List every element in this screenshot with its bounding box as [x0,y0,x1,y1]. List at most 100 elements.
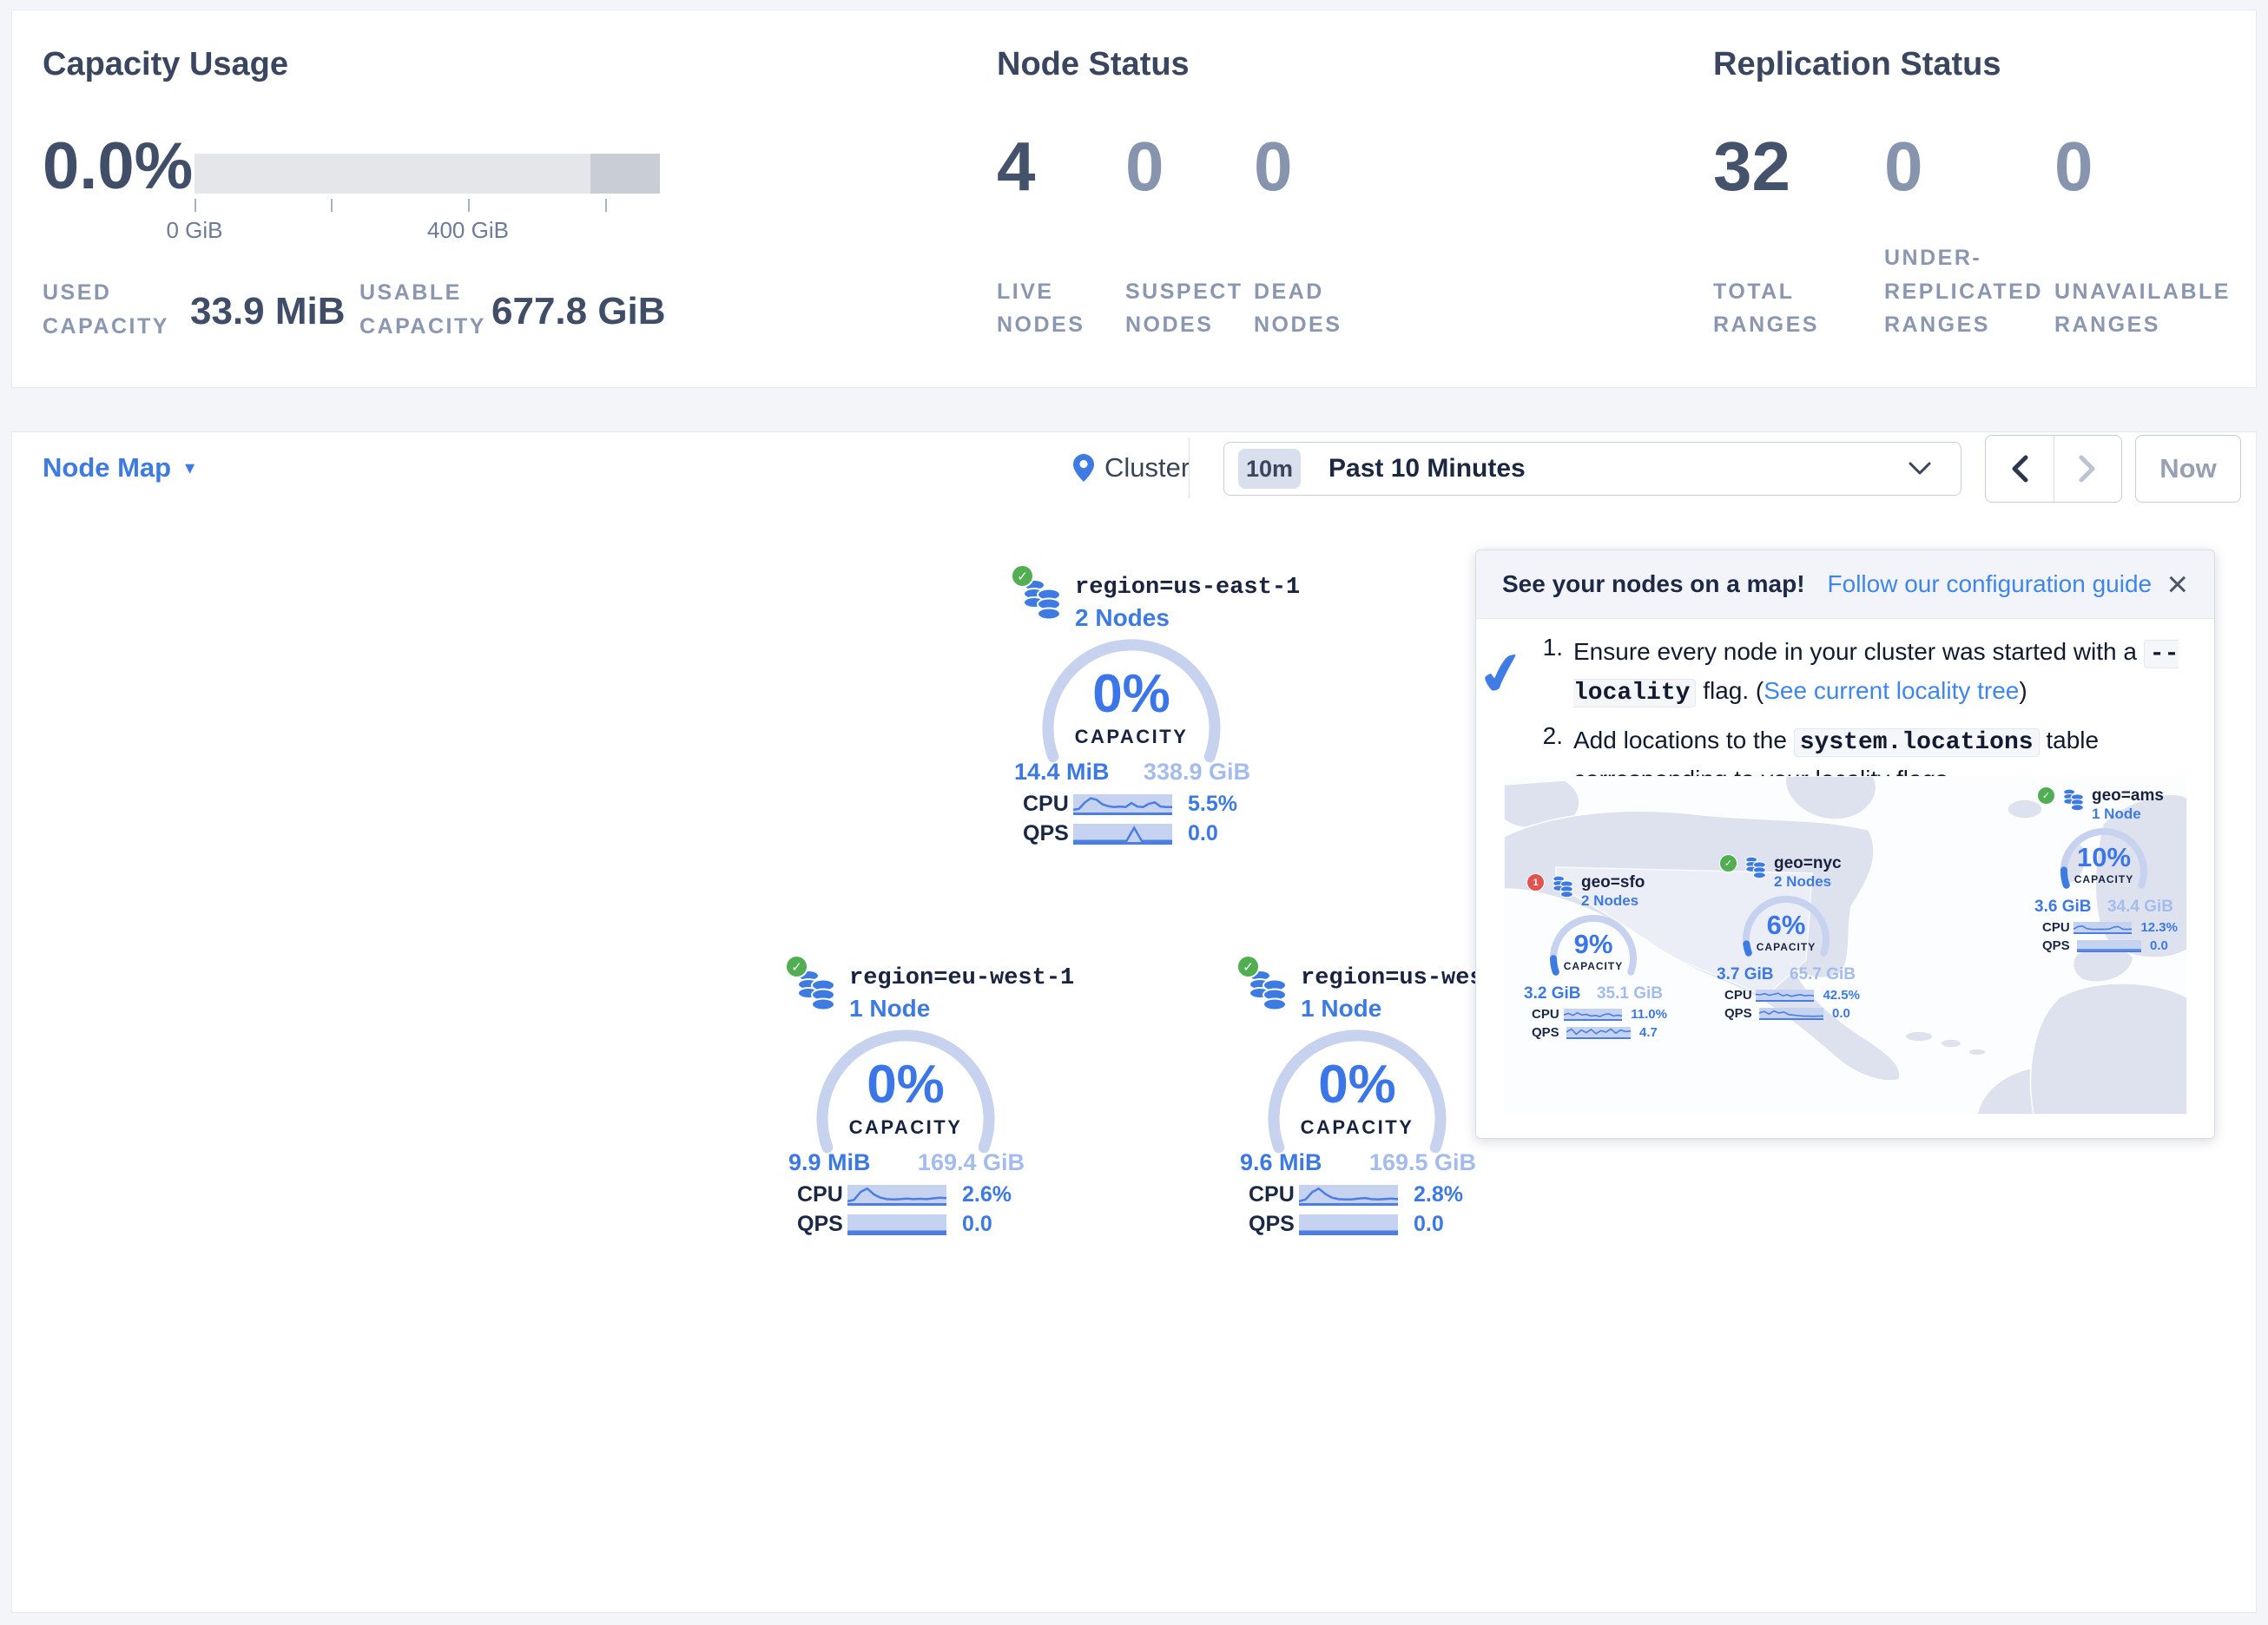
capacity-word: CAPACITY [1546,960,1641,972]
time-range-label: Past 10 Minutes [1328,454,1526,484]
qps-value: 0.0 [2150,938,2168,953]
replication-status-title: Replication Status [1713,46,2001,83]
map-pin-icon [1073,454,1094,482]
time-step-back-button[interactable] [1986,436,2054,502]
cpu-sparkline [847,1185,946,1206]
capacity-word: CAPACITY [1266,1116,1448,1139]
under-replicated-ranges-label: UNDER-REPLICATED RANGES [1884,241,2049,342]
capacity-axis-label-0: 0 GiB [125,217,264,244]
qps-label: QPS [1724,1006,1759,1021]
capacity-word: CAPACITY [1738,941,1834,953]
qps-value: 0.0 [1188,821,1218,846]
capacity-total-value: 338.9 GiB [1144,759,1250,786]
inline-text: Ensure every node in your cluster was st… [1573,638,2144,665]
popup-title: See your nodes on a map! [1502,570,1805,598]
geo-label: geo=sfo [1581,873,1645,892]
total-ranges-label: TOTAL RANGES [1713,275,1830,343]
breadcrumb-cluster-label: Cluster [1104,452,1190,484]
capacity-percent: 10% [2056,842,2152,873]
geo-node-count: 2 Nodes [1774,873,1842,891]
region-node-count[interactable]: 1 Node [1301,995,1381,1023]
capacity-gauge: 9% CAPACITY [1546,913,1641,983]
capacity-percent: 6% [1738,910,1834,941]
qps-sparkline [1566,1027,1631,1039]
cpu-value: 2.8% [1414,1182,1463,1207]
capacity-axis-label-400: 400 GiB [399,217,537,244]
capacity-usage-bar-segment [590,154,660,194]
cluster-summary-panel: Capacity Usage 0.0% 0 GiB 400 GiB USED C… [11,10,2257,388]
map-node-geo-nyc[interactable]: ✓ geo=nyc 2 Nodes [1712,854,1860,1021]
inline-link[interactable]: See current locality tree [1764,677,2019,704]
node-map-canvas: ✓ region=us-east-1 2 Nodes 0% CAPACITY 1… [11,503,2257,1613]
qps-sparkline [1299,1214,1398,1235]
configuration-guide-link[interactable]: Follow our configuration guide [1828,570,2153,598]
capacity-used-value: 3.2 GiB [1524,984,1580,1003]
setup-step-1: 1. Ensure every node in your cluster was… [1532,634,2181,712]
capacity-total-value: 169.4 GiB [918,1149,1025,1176]
chevron-down-icon [1909,461,1931,477]
dead-nodes-label: DEAD NODES [1254,275,1360,343]
cpu-sparkline [1756,990,1814,1002]
step-text: Ensure every node in your cluster was st… [1573,634,2181,712]
time-range-dropdown[interactable]: 10m Past 10 Minutes [1223,442,1961,496]
cpu-value: 42.5% [1823,988,1860,1003]
time-step-forward-button[interactable] [2054,436,2122,502]
node-status-title: Node Status [997,46,1190,83]
breadcrumb[interactable]: Cluster [1073,432,1190,503]
map-node-geo-sfo[interactable]: 1 geo=sfo 2 Nodes [1520,873,1667,1040]
popup-header: See your nodes on a map! Follow our conf… [1476,550,2214,619]
cpu-value: 11.0% [1631,1007,1667,1022]
now-button[interactable]: Now [2135,435,2241,503]
capacity-total-value: 169.5 GiB [1369,1149,1476,1176]
view-selector-label: Node Map [43,452,171,484]
view-selector-dropdown[interactable]: Node Map ▾ [43,432,194,503]
suspect-nodes-count: 0 [1125,132,1164,201]
capacity-axis-tick [194,199,196,212]
region-node-count[interactable]: 1 Node [849,995,930,1023]
capacity-usage-title: Capacity Usage [43,46,288,83]
region-node-count[interactable]: 2 Nodes [1075,604,1170,632]
qps-value: 0.0 [1832,1006,1850,1021]
capacity-percent: 0% [1040,663,1223,725]
qps-value: 0.0 [1414,1212,1444,1237]
node-map-setup-popup: See your nodes on a map! Follow our conf… [1475,549,2215,1139]
capacity-gauge: 0% CAPACITY [1040,637,1223,769]
cpu-value: 5.5% [1188,792,1237,817]
qps-sparkline [847,1214,946,1235]
qps-label: QPS [1532,1025,1566,1040]
cpu-sparkline [1073,794,1172,815]
qps-label: QPS [1249,1212,1299,1237]
database-stack-icon [2062,786,2085,812]
live-nodes-count: 4 [997,132,1036,201]
used-capacity-value: 33.9 MiB [190,290,346,333]
capacity-percent: 0% [1266,1054,1448,1115]
used-capacity-label: USED CAPACITY [43,276,199,344]
qps-sparkline [2077,940,2141,952]
unavailable-ranges-count: 0 [2054,132,2093,201]
capacity-used-value: 9.6 MiB [1240,1149,1322,1176]
capacity-gauge: 0% CAPACITY [1266,1028,1448,1160]
qps-value: 0.0 [962,1212,992,1237]
world-map-preview: 1 geo=sfo 2 Nodes [1504,776,2187,1115]
status-ok-icon: ✓ [1719,854,1737,872]
qps-label: QPS [797,1212,847,1237]
capacity-gauge: 10% CAPACITY [2056,826,2152,896]
close-icon[interactable]: × [2166,566,2188,602]
qps-sparkline [1073,824,1172,845]
qps-sparkline [1759,1008,1823,1020]
status-error-icon: 1 [1526,873,1545,891]
capacity-word: CAPACITY [2056,873,2152,885]
view-toolbar: Node Map ▾ Cluster 10m Past 10 Minutes N… [11,431,2257,504]
capacity-word: CAPACITY [1040,726,1223,748]
cpu-sparkline [1299,1185,1398,1206]
status-ok-icon: ✓ [785,955,808,978]
cpu-label: CPU [2042,920,2074,935]
inline-text: Add locations to the [1573,727,1794,753]
capacity-percent: 0% [814,1054,997,1115]
under-replicated-ranges-count: 0 [1884,132,1923,201]
dead-nodes-count: 0 [1254,132,1293,201]
live-nodes-label: LIVE NODES [997,275,1103,343]
map-node-geo-ams[interactable]: ✓ geo=ams 1 Node [2030,786,2178,953]
cpu-label: CPU [797,1182,847,1207]
geo-node-count: 1 Node [2092,806,2164,823]
